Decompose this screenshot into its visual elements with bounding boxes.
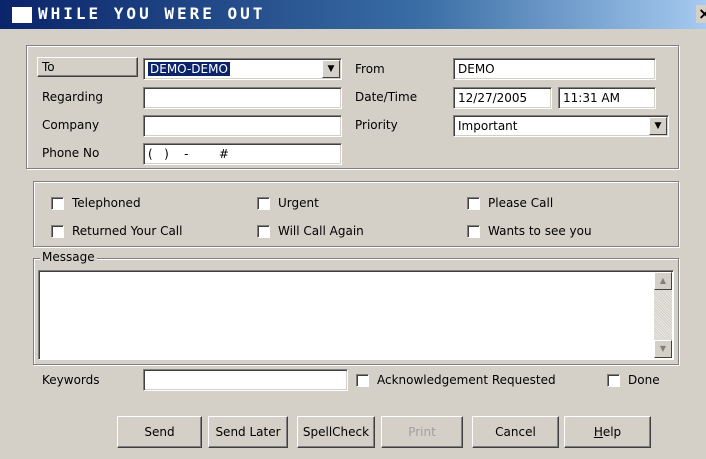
to-button[interactable]: To — [37, 57, 138, 77]
close-button[interactable]: × — [696, 5, 706, 23]
phone-input[interactable]: ( ) - # — [143, 143, 342, 165]
to-value: DEMO-DEMO — [148, 62, 230, 76]
checkbox-box[interactable] — [467, 224, 480, 238]
checkbox-box[interactable] — [257, 224, 270, 238]
keywords-input[interactable] — [143, 369, 348, 391]
date-input[interactable]: 12/27/2005 — [453, 87, 552, 109]
returned-call-label: Returned Your Call — [72, 224, 183, 238]
company-label: Company — [42, 118, 100, 132]
regarding-label: Regarding — [42, 90, 104, 104]
priority-label: Priority — [355, 118, 398, 132]
send-later-button[interactable]: Send Later — [208, 416, 288, 448]
checkbox-box[interactable] — [607, 373, 620, 387]
phone-label: Phone No — [42, 146, 100, 160]
from-label: From — [355, 62, 385, 76]
help-mnemonic: H — [593, 425, 603, 439]
chevron-down-icon[interactable]: ▼ — [649, 117, 667, 135]
returned-call-checkbox[interactable]: Returned Your Call — [51, 224, 182, 238]
help-button[interactable]: Help — [564, 416, 651, 448]
cancel-button[interactable]: Cancel — [472, 416, 559, 448]
chevron-down-icon[interactable]: ▼ — [322, 60, 340, 78]
spellcheck-button[interactable]: SpellCheck — [297, 416, 375, 448]
urgent-checkbox[interactable]: Urgent — [257, 196, 319, 210]
window-title: WHILE YOU WERE OUT — [38, 4, 266, 23]
ack-checkbox[interactable]: Acknowledgement Requested — [356, 373, 556, 387]
checkbox-box[interactable] — [257, 196, 270, 210]
close-icon: × — [698, 4, 706, 23]
wants-to-see-label: Wants to see you — [488, 224, 592, 238]
will-call-again-label: Will Call Again — [278, 224, 364, 238]
keywords-label: Keywords — [42, 373, 100, 387]
priority-dropdown[interactable]: Important ▼ — [453, 115, 669, 137]
wants-to-see-checkbox[interactable]: Wants to see you — [467, 224, 592, 238]
checkbox-box[interactable] — [51, 196, 64, 210]
please-call-label: Please Call — [488, 196, 554, 210]
priority-value: Important — [458, 119, 518, 133]
message-legend: Message — [40, 250, 97, 264]
message-textarea[interactable]: ▲ ▼ — [38, 270, 674, 360]
ack-label: Acknowledgement Requested — [377, 373, 556, 387]
send-button[interactable]: Send — [117, 416, 202, 448]
done-checkbox[interactable]: Done — [607, 373, 660, 387]
urgent-label: Urgent — [278, 196, 319, 210]
window-icon — [12, 7, 32, 23]
print-button: Print — [381, 416, 463, 448]
help-label-rest: elp — [602, 425, 622, 439]
will-call-again-checkbox[interactable]: Will Call Again — [257, 224, 364, 238]
checkbox-box[interactable] — [51, 224, 64, 238]
telephoned-checkbox[interactable]: Telephoned — [51, 196, 141, 210]
regarding-input[interactable] — [143, 87, 342, 109]
done-label: Done — [628, 373, 660, 387]
arrow-up-icon[interactable]: ▲ — [654, 272, 672, 290]
checkbox-box[interactable] — [356, 373, 369, 387]
please-call-checkbox[interactable]: Please Call — [467, 196, 553, 210]
datetime-label: Date/Time — [355, 90, 418, 104]
time-input[interactable]: 11:31 AM — [558, 87, 656, 109]
to-dropdown[interactable]: DEMO-DEMO ▼ — [143, 58, 342, 80]
telephoned-label: Telephoned — [72, 196, 141, 210]
company-input[interactable] — [143, 115, 342, 137]
arrow-down-icon[interactable]: ▼ — [654, 340, 672, 358]
checkbox-box[interactable] — [467, 196, 480, 210]
message-scrollbar[interactable]: ▲ ▼ — [654, 272, 672, 358]
title-bar: WHILE YOU WERE OUT × — [0, 0, 706, 29]
from-input[interactable]: DEMO — [453, 58, 656, 80]
